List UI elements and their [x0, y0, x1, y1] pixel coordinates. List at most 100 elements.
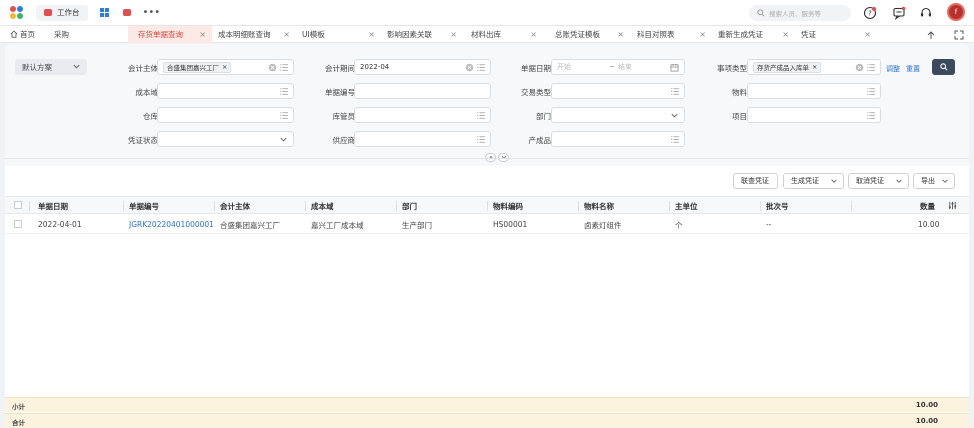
cost-domain-field[interactable] [157, 83, 294, 99]
workbench-label: 工作台 [57, 8, 80, 17]
apps-grid-icon[interactable] [99, 8, 109, 17]
list-icon[interactable] [867, 88, 875, 95]
close-tab-icon[interactable]: × [368, 30, 375, 39]
select-all-checkbox[interactable] [14, 201, 22, 209]
accounting-period-field[interactable]: 2022-04 [354, 59, 491, 75]
column-header[interactable]: 单据编号 [129, 201, 159, 212]
column-header[interactable]: 成本域 [311, 201, 334, 212]
tab-account-mapping[interactable]: 科目对照表 × [632, 26, 714, 43]
close-tab-icon[interactable]: × [530, 30, 537, 39]
calendar-icon[interactable] [670, 63, 679, 72]
close-tab-icon[interactable]: × [864, 30, 871, 39]
tab-cost-detail-query[interactable]: 成本明细账查询 × [212, 26, 298, 43]
list-icon[interactable] [477, 136, 485, 143]
storekeeper-field[interactable] [354, 107, 491, 123]
more-apps-button[interactable]: ••• [143, 7, 161, 18]
remove-tag-icon[interactable]: × [812, 63, 817, 71]
table-header: 单据日期 单据编号 会计主体 成本域 部门 物料编码 物料名称 主单位 批次号 … [5, 196, 969, 214]
tab-material-out[interactable]: 材料出库 × [465, 26, 549, 43]
warehouse-field[interactable] [157, 107, 294, 123]
column-header[interactable]: 单据日期 [38, 201, 68, 212]
message-app-icon[interactable] [122, 9, 131, 16]
cancel-voucher-button[interactable]: 取消凭证 [848, 173, 909, 189]
tab-label: 存货单据查询 [138, 29, 183, 39]
list-icon[interactable] [671, 88, 679, 95]
trade-type-field[interactable] [551, 83, 685, 99]
pin-up-icon[interactable] [926, 30, 936, 40]
accounting-entity-field[interactable]: 合盛集团嘉兴工厂 × [157, 59, 294, 75]
user-avatar[interactable]: f [947, 3, 965, 21]
event-type-field[interactable]: 存货产成品入库单 × [747, 59, 881, 75]
accounting-period-value: 2022-04 [360, 63, 390, 71]
list-icon[interactable] [280, 88, 288, 95]
list-icon[interactable] [671, 136, 679, 143]
subtotal-value: 10.00 [915, 401, 938, 409]
department-select[interactable] [551, 107, 685, 123]
button-label: 取消凭证 [856, 177, 884, 185]
workbench-button[interactable]: 工作台 [36, 4, 88, 21]
chevron-down-icon [73, 64, 80, 69]
doc-date-range-field[interactable]: 开始 ~ 结束 [551, 59, 685, 75]
column-header[interactable]: 物料名称 [584, 201, 614, 212]
tab-ui-template[interactable]: UI模板 × [298, 26, 380, 43]
app-logo-icon[interactable] [10, 5, 24, 20]
clear-circle-icon[interactable] [465, 63, 474, 72]
export-button[interactable]: 导出 [913, 173, 955, 189]
row-checkbox[interactable] [14, 220, 22, 228]
search-button[interactable] [932, 59, 955, 75]
cell-doc-number-link[interactable]: JGRK20220401000001 [129, 220, 214, 229]
tab-home[interactable]: 首页 [0, 26, 44, 43]
product-field[interactable] [551, 131, 685, 147]
close-tab-icon[interactable]: × [617, 30, 624, 39]
event-type-label: 事项类型 [717, 64, 747, 73]
close-tab-icon[interactable]: × [782, 30, 789, 39]
list-icon[interactable] [477, 112, 485, 119]
column-header[interactable]: 物料编码 [493, 201, 523, 212]
help-icon[interactable]: ? [862, 5, 877, 20]
reset-link[interactable]: 重置 [906, 64, 920, 74]
tab-regenerate-voucher[interactable]: 重新生成凭证 × [714, 26, 797, 43]
list-icon[interactable] [867, 64, 875, 71]
remove-tag-icon[interactable]: × [222, 63, 227, 71]
fullscreen-icon[interactable] [954, 30, 964, 40]
message-icon[interactable] [891, 5, 906, 20]
supplier-field[interactable] [354, 131, 491, 147]
column-header[interactable]: 主单位 [675, 201, 698, 212]
list-icon[interactable] [477, 64, 485, 71]
list-icon[interactable] [867, 112, 875, 119]
support-headset-icon[interactable] [918, 5, 933, 20]
voucher-status-select[interactable] [157, 131, 294, 147]
close-tab-icon[interactable]: × [199, 30, 206, 39]
clear-circle-icon[interactable] [268, 63, 277, 72]
column-settings-icon[interactable] [948, 201, 957, 210]
tab-gl-voucher-template[interactable]: 总账凭证模板 × [549, 26, 632, 43]
column-header[interactable]: 部门 [402, 201, 417, 212]
column-header[interactable]: 会计主体 [220, 201, 250, 212]
close-tab-icon[interactable]: × [283, 30, 290, 39]
generate-voucher-button[interactable]: 生成凭证 [783, 173, 844, 189]
scheme-select[interactable]: 默认方案 [15, 59, 87, 75]
global-search-input[interactable]: 搜索人员、服务等 [749, 5, 851, 21]
tab-inventory-doc-query[interactable]: 存货单据查询 × [128, 25, 212, 43]
tab-factor-relation[interactable]: 影响因素关联 × [380, 26, 465, 43]
doc-number-input[interactable] [354, 83, 491, 99]
voucher-status-label: 凭证状态 [128, 136, 158, 145]
total-value: 10.00 [915, 417, 938, 425]
material-field[interactable] [747, 83, 881, 99]
button-label: 生成凭证 [791, 177, 819, 185]
column-header[interactable]: 批次号 [766, 201, 789, 212]
tab-purchase[interactable]: 采购 [44, 26, 128, 43]
date-separator: ~ [609, 63, 615, 71]
close-tab-icon[interactable]: × [450, 30, 457, 39]
close-tab-icon[interactable]: × [699, 30, 706, 39]
list-icon[interactable] [280, 64, 288, 71]
filter-panel: 默认方案 会计主体 合盛集团嘉兴工厂 × 会计期间 2022-04 单据日期 开… [5, 44, 969, 166]
link-voucher-button[interactable]: 联查凭证 [733, 173, 778, 189]
list-icon[interactable] [280, 112, 288, 119]
adjust-link[interactable]: 调整 [886, 64, 900, 74]
table-row[interactable]: 2022-04-01 JGRK20220401000001 合盛集团嘉兴工厂 嘉… [5, 214, 969, 234]
project-field[interactable] [747, 107, 881, 123]
column-header[interactable]: 数量 [920, 201, 935, 212]
tab-voucher[interactable]: 凭证 × [797, 26, 877, 43]
clear-circle-icon[interactable] [855, 63, 864, 72]
